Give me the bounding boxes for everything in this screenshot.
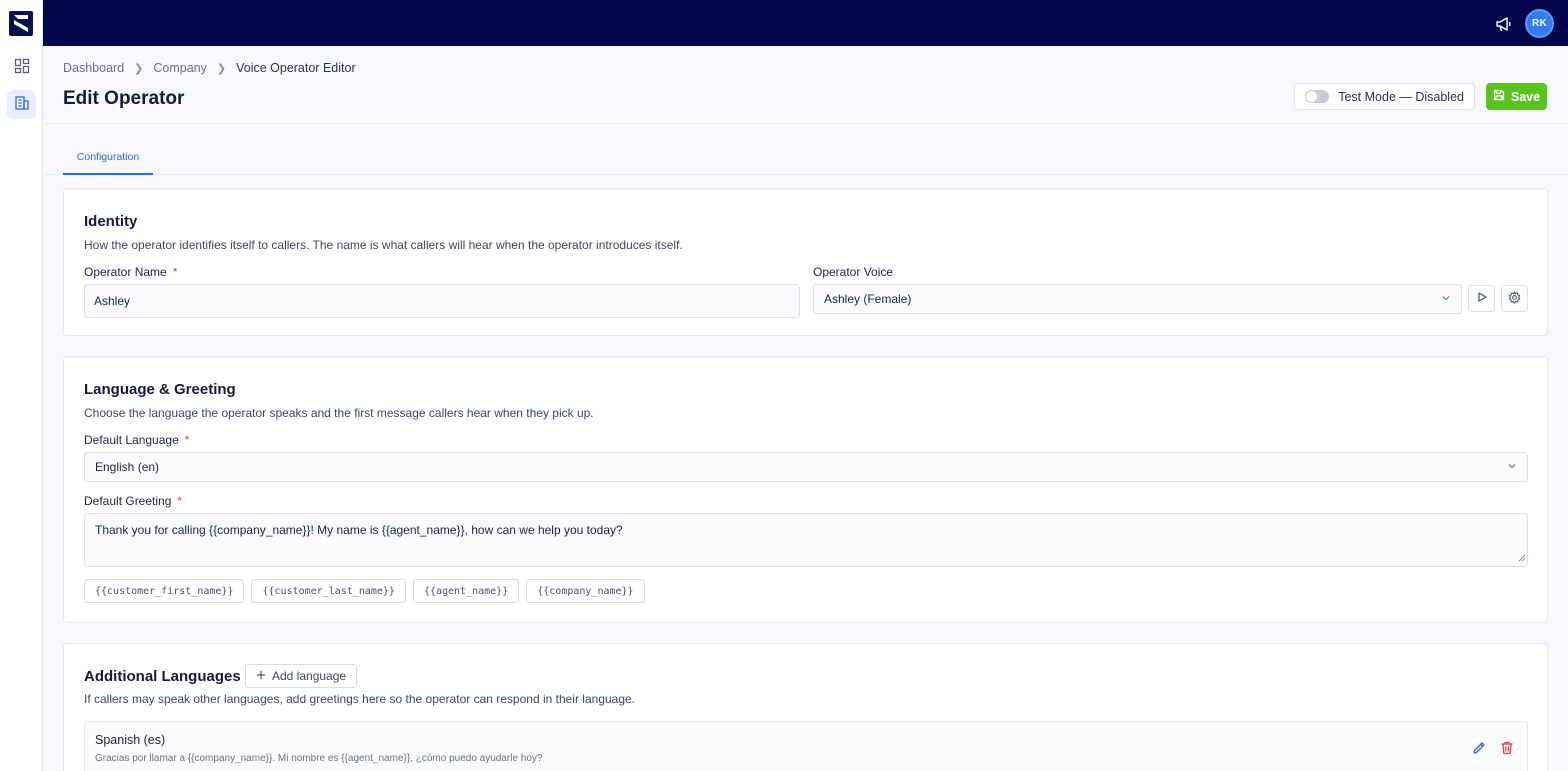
language-greeting-card: Language & Greeting Choose the language … bbox=[63, 356, 1548, 623]
breadcrumb-dashboard[interactable]: Dashboard bbox=[63, 61, 124, 75]
tab-configuration[interactable]: Configuration bbox=[63, 151, 153, 175]
additional-description: If callers may speak other languages, ad… bbox=[84, 692, 636, 706]
language-name: Spanish (es) bbox=[95, 733, 166, 747]
test-mode-toggle[interactable]: Test Mode — Disabled bbox=[1294, 83, 1475, 110]
toggle-switch[interactable] bbox=[1305, 90, 1330, 103]
operator-name-label: Operator Name * bbox=[84, 265, 178, 279]
play-icon bbox=[1476, 291, 1488, 306]
top-bar: RK bbox=[43, 0, 1568, 46]
variable-chips: {{customer_first_name}} {{customer_last_… bbox=[84, 579, 645, 603]
avatar[interactable]: RK bbox=[1525, 9, 1554, 38]
grid-icon bbox=[14, 58, 30, 77]
floppy-icon bbox=[1493, 89, 1505, 104]
operator-voice-select[interactable]: Ashley (Female) bbox=[813, 284, 1462, 314]
save-button[interactable]: Save bbox=[1486, 83, 1547, 110]
megaphone-icon[interactable] bbox=[1495, 15, 1513, 33]
default-greeting-label: Default Greeting * bbox=[84, 494, 183, 508]
resize-handle-icon[interactable] bbox=[1518, 551, 1526, 565]
variable-chip-customer-last-name[interactable]: {{customer_last_name}} bbox=[251, 579, 406, 603]
test-mode-label: Test Mode — Disabled bbox=[1338, 89, 1464, 104]
additional-languages-card: Additional Languages Add language If cal… bbox=[63, 643, 1548, 771]
chevron-down-icon bbox=[1441, 292, 1451, 306]
default-language-value: English (en) bbox=[95, 460, 160, 474]
operator-voice-value: Ashley (Female) bbox=[824, 292, 912, 306]
operator-name-input[interactable]: Ashley bbox=[84, 284, 800, 318]
trash-icon[interactable] bbox=[1499, 740, 1515, 756]
language-description: Choose the language the operator speaks … bbox=[84, 406, 594, 420]
variable-chip-company-name[interactable]: {{company_name}} bbox=[526, 579, 645, 603]
variable-chip-agent-name[interactable]: {{agent_name}} bbox=[412, 579, 520, 603]
default-language-select[interactable]: English (en) bbox=[84, 452, 1528, 482]
add-language-label: Add language bbox=[272, 669, 347, 683]
default-greeting-textarea[interactable]: Thank you for calling {{company_name}}! … bbox=[84, 513, 1528, 567]
additional-title: Additional Languages bbox=[84, 668, 241, 685]
sidebar-item-company[interactable] bbox=[7, 90, 36, 119]
chevron-right-icon: ❯ bbox=[134, 62, 144, 75]
pencil-icon[interactable] bbox=[1471, 740, 1487, 756]
add-language-button[interactable]: Add language bbox=[245, 664, 358, 688]
breadcrumb: Dashboard ❯ Company ❯ Voice Operator Edi… bbox=[63, 61, 356, 75]
list-item: Spanish (es) Gracias por llamar a {{comp… bbox=[84, 721, 1528, 771]
default-greeting-text: Thank you for calling {{company_name}}! … bbox=[95, 523, 623, 537]
sidebar-item-dashboard[interactable] bbox=[7, 53, 36, 82]
breadcrumb-company[interactable]: Company bbox=[153, 61, 207, 75]
chevron-down-icon bbox=[1507, 460, 1517, 474]
variable-chip-customer-first-name[interactable]: {{customer_first_name}} bbox=[84, 579, 245, 603]
tab-bar: Configuration bbox=[43, 124, 1568, 175]
default-language-label: Default Language * bbox=[84, 433, 190, 447]
gear-icon bbox=[1508, 290, 1521, 307]
breadcrumb-current: Voice Operator Editor bbox=[236, 61, 356, 75]
identity-card: Identity How the operator identifies its… bbox=[63, 188, 1548, 336]
language-greeting: Gracias por llamar a {{company_name}}. M… bbox=[95, 753, 543, 764]
sidebar bbox=[0, 0, 43, 771]
save-label: Save bbox=[1510, 89, 1541, 104]
language-title: Language & Greeting bbox=[84, 381, 236, 398]
identity-title: Identity bbox=[84, 213, 138, 230]
operator-voice-label: Operator Voice bbox=[813, 265, 894, 279]
page-title: Edit Operator bbox=[63, 88, 185, 109]
building-icon bbox=[14, 95, 30, 114]
brand-logo[interactable] bbox=[9, 11, 33, 36]
plus-icon bbox=[256, 669, 266, 683]
play-voice-button[interactable] bbox=[1468, 285, 1495, 312]
voice-settings-button[interactable] bbox=[1501, 285, 1528, 312]
page-header: Dashboard ❯ Company ❯ Voice Operator Edi… bbox=[43, 46, 1568, 124]
identity-description: How the operator identifies itself to ca… bbox=[84, 238, 683, 252]
chevron-right-icon: ❯ bbox=[216, 62, 227, 75]
